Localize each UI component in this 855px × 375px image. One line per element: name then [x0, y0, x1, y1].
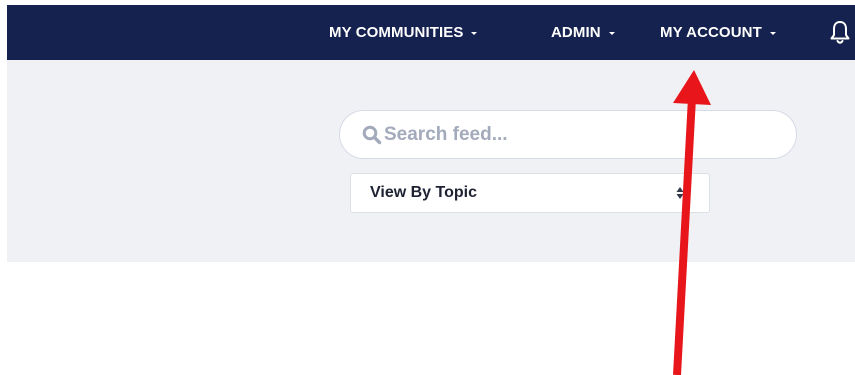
nav-my-communities-label: MY COMMUNITIES [329, 24, 464, 41]
nav-my-account[interactable]: MY ACCOUNT [660, 5, 776, 60]
bell-icon[interactable] [830, 20, 850, 46]
topic-select[interactable]: View By Topic [350, 173, 710, 213]
caret-down-icon [471, 31, 478, 35]
caret-down-icon [769, 31, 776, 35]
feed-header [7, 60, 855, 262]
sort-arrows-icon [676, 187, 684, 199]
topic-select-value: View By Topic [370, 184, 477, 201]
search-field[interactable] [339, 110, 797, 159]
nav-admin[interactable]: ADMIN [551, 5, 615, 60]
caret-down-icon [608, 31, 615, 35]
nav-my-account-label: MY ACCOUNT [660, 24, 762, 41]
search-input[interactable] [384, 123, 764, 146]
left-edge [0, 0, 7, 375]
search-icon [362, 125, 382, 144]
top-navbar: MY COMMUNITIES ADMIN MY ACCOUNT [7, 5, 855, 60]
nav-my-communities[interactable]: MY COMMUNITIES [329, 5, 478, 60]
nav-admin-label: ADMIN [551, 24, 601, 41]
page: MY COMMUNITIES ADMIN MY ACCOUNT View By … [0, 0, 855, 375]
